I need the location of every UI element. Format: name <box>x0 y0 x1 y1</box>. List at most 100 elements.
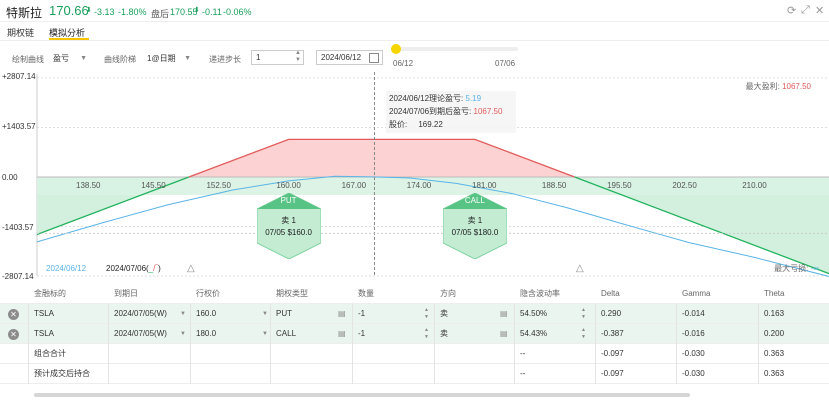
summary-label: 预计成交后持合 <box>34 369 90 378</box>
legend-item[interactable]: 2024/06/12 <box>46 264 86 273</box>
column-divider <box>352 344 353 364</box>
table-cell[interactable]: 54.43% <box>520 324 547 344</box>
column-divider <box>676 324 677 344</box>
tooltip-label: 股价: <box>389 120 408 129</box>
table-row[interactable]: ✕ TSLA 2024/07/05(W) 160.0 PUT -1 卖 54.50% 0.290… <box>0 304 829 324</box>
summary-iv: -- <box>520 369 526 378</box>
table-cell[interactable]: -1 <box>358 324 365 344</box>
summary-label: 组合合计 <box>34 349 66 358</box>
x-tick-label: 138.50 <box>76 181 101 190</box>
col-header[interactable]: 行权价 <box>196 284 220 304</box>
column-divider <box>108 344 109 364</box>
table-cell[interactable]: 0.200 <box>764 324 784 344</box>
call-position-marker[interactable]: CALL 卖 1 07/05 $180.0 <box>442 193 507 259</box>
table-cell[interactable]: 2024/07/05(W) <box>114 304 167 324</box>
column-divider <box>758 324 759 344</box>
marker-action: 卖 1 <box>467 216 483 225</box>
max-profit-label: 最大盈利: <box>745 82 780 91</box>
table-cell[interactable]: -1 <box>358 304 365 324</box>
column-divider <box>270 344 271 364</box>
col-header[interactable]: 数量 <box>358 284 374 304</box>
tooltip-value: 169.22 <box>418 120 443 129</box>
x-tick-label: 167.00 <box>341 181 367 190</box>
column-divider <box>270 324 271 344</box>
triangle-marker-icon: △ <box>187 263 195 274</box>
remove-icon[interactable]: ✕ <box>8 329 19 340</box>
col-header[interactable]: Delta <box>601 284 620 304</box>
column-divider <box>28 324 29 344</box>
put-position-marker[interactable]: PUT 卖 1 07/05 $160.0 <box>256 193 321 259</box>
table-cell[interactable]: 0.163 <box>764 304 784 324</box>
horizontal-scrollbar[interactable] <box>34 393 690 397</box>
table-cell: TSLA <box>34 329 55 338</box>
table-row[interactable]: ✕ TSLA 2024/07/05(W) 180.0 CALL -1 卖 54.43% -0.3… <box>0 324 829 344</box>
x-tick-label: 160.00 <box>276 181 301 190</box>
column-divider <box>434 324 435 344</box>
chevron-down-icon[interactable]: ▼ <box>262 304 268 324</box>
summary-theta: 0.363 <box>764 369 785 378</box>
summary-gamma: -0.030 <box>682 349 705 358</box>
table-cell[interactable]: 卖 <box>440 324 448 344</box>
column-divider <box>434 344 435 364</box>
payoff-chart[interactable] <box>0 0 829 284</box>
table-cell[interactable]: -0.014 <box>682 304 705 324</box>
table-cell[interactable]: 0.290 <box>601 304 621 324</box>
column-divider <box>595 324 596 344</box>
chevron-down-icon[interactable]: ▼ <box>262 324 268 344</box>
column-divider <box>190 304 191 324</box>
table-cell[interactable]: CALL <box>276 324 296 344</box>
max-loss: 最大亏损: -∞ <box>774 263 819 274</box>
col-header[interactable]: 隐含波动率 <box>520 284 560 304</box>
marker-type: PUT <box>280 196 297 205</box>
select-icon[interactable]: ▤ <box>338 324 346 344</box>
col-header[interactable]: Gamma <box>682 284 710 304</box>
summary-row: 预计成交后持合 -- -0.097 -0.030 0.363 <box>0 364 829 384</box>
x-tick-label: 174.00 <box>406 181 432 190</box>
col-header[interactable]: 到期日 <box>114 284 138 304</box>
table-cell[interactable]: 卖 <box>440 304 448 324</box>
legend-item-label: 2024/07/06 <box>106 264 147 273</box>
column-divider <box>28 364 29 384</box>
column-divider <box>758 344 759 364</box>
marker-type: CALL <box>464 196 485 205</box>
max-loss-label: 最大亏损: <box>774 264 809 273</box>
table-cell[interactable]: -0.387 <box>601 324 624 344</box>
remove-icon[interactable]: ✕ <box>8 309 19 320</box>
col-header[interactable]: 方向 <box>440 284 456 304</box>
col-header[interactable]: 期权类型 <box>276 284 308 304</box>
column-divider <box>758 364 759 384</box>
tooltip-value: 1067.50 <box>473 107 503 116</box>
y-tick-label: +2807.14 <box>2 72 36 81</box>
chart-tooltip: 2024/06/12理论盈亏: 5.19 2024/07/06到期后盈亏: 10… <box>386 91 516 133</box>
legend-item[interactable]: 2024/07/06(_/‾) <box>106 264 161 273</box>
col-header[interactable]: 金融标的 <box>34 284 66 304</box>
column-divider <box>676 304 677 324</box>
column-divider <box>28 304 29 324</box>
column-divider <box>352 304 353 324</box>
tooltip-label: 2024/06/12理论盈亏: <box>389 94 464 103</box>
select-icon[interactable]: ▤ <box>500 304 508 324</box>
summary-delta: -0.097 <box>601 349 624 358</box>
column-divider <box>434 364 435 384</box>
summary-row: 组合合计 -- -0.097 -0.030 0.363 <box>0 344 829 364</box>
summary-gamma: -0.030 <box>682 369 705 378</box>
col-header[interactable]: Theta <box>764 284 784 304</box>
select-icon[interactable]: ▤ <box>338 304 346 324</box>
y-tick-label: -1403.57 <box>2 223 34 232</box>
chevron-down-icon[interactable]: ▼ <box>180 304 186 324</box>
table-cell: TSLA <box>34 309 55 318</box>
x-tick-label: 181.00 <box>472 181 497 190</box>
table-cell[interactable]: 2024/07/05(W) <box>114 324 167 344</box>
max-loss-value: -∞ <box>810 264 819 273</box>
column-divider <box>514 304 515 324</box>
select-icon[interactable]: ▤ <box>500 324 508 344</box>
x-tick-label: 152.50 <box>206 181 231 190</box>
table-cell[interactable]: 160.0 <box>196 304 216 324</box>
chevron-down-icon[interactable]: ▼ <box>180 324 186 344</box>
table-cell[interactable]: PUT <box>276 304 292 324</box>
column-divider <box>595 344 596 364</box>
table-cell[interactable]: -0.016 <box>682 324 705 344</box>
y-tick-label: -2807.14 <box>2 272 34 281</box>
table-cell[interactable]: 54.50% <box>520 304 547 324</box>
table-cell[interactable]: 180.0 <box>196 324 216 344</box>
